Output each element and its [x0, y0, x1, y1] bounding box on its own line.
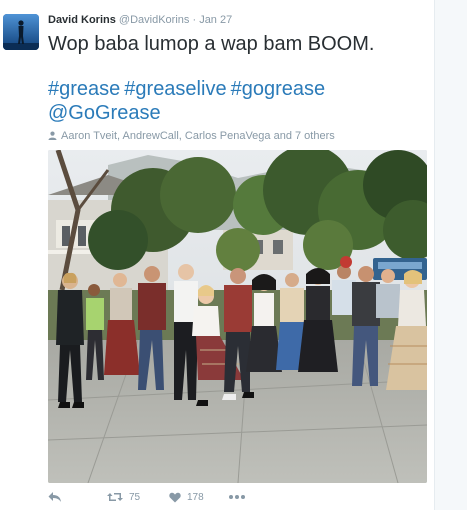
reply-icon [48, 492, 61, 502]
dancing-crowd-photo [48, 150, 427, 483]
like-count: 178 [187, 491, 204, 503]
reply-button[interactable] [48, 489, 62, 505]
hashtag-link[interactable]: #grease [48, 78, 120, 100]
like-button[interactable]: 178 [169, 489, 204, 505]
author-avatar[interactable] [3, 14, 39, 50]
right-rail [434, 0, 467, 510]
hashtag-link[interactable]: #greaselive [124, 78, 226, 100]
silhouette-avatar-icon [3, 14, 39, 50]
more-dots-icon [229, 495, 245, 499]
tweet-date[interactable]: Jan 27 [199, 14, 232, 26]
person-icon [48, 131, 57, 143]
retweet-button[interactable]: 75 [107, 489, 140, 505]
author-name[interactable]: David Korins [48, 14, 116, 26]
tagged-people-text: Aaron Tveit, AndrewCall, Carlos PenaVega… [61, 130, 335, 142]
header-separator: · [192, 14, 197, 26]
author-handle[interactable]: @DavidKorins [119, 14, 189, 26]
tweet-text: Wop baba lumop a wap bam BOOM. [48, 33, 375, 55]
tweet-header: David Korins @DavidKorins · Jan 27 [48, 14, 232, 26]
hashtag-list: #grease #greaselive #gogrease [48, 77, 329, 101]
retweet-icon [107, 493, 123, 501]
tagged-people[interactable]: Aaron Tveit, AndrewCall, Carlos PenaVega… [48, 130, 335, 143]
hashtag-link[interactable]: #gogrease [231, 78, 326, 100]
more-button[interactable] [229, 489, 245, 505]
mention-link[interactable]: @GoGrease [48, 101, 161, 125]
tweet-photo[interactable] [48, 150, 427, 483]
retweet-count: 75 [129, 491, 141, 503]
heart-icon [169, 492, 181, 502]
tweet: David Korins @DavidKorins · Jan 27 Wop b… [0, 0, 434, 510]
